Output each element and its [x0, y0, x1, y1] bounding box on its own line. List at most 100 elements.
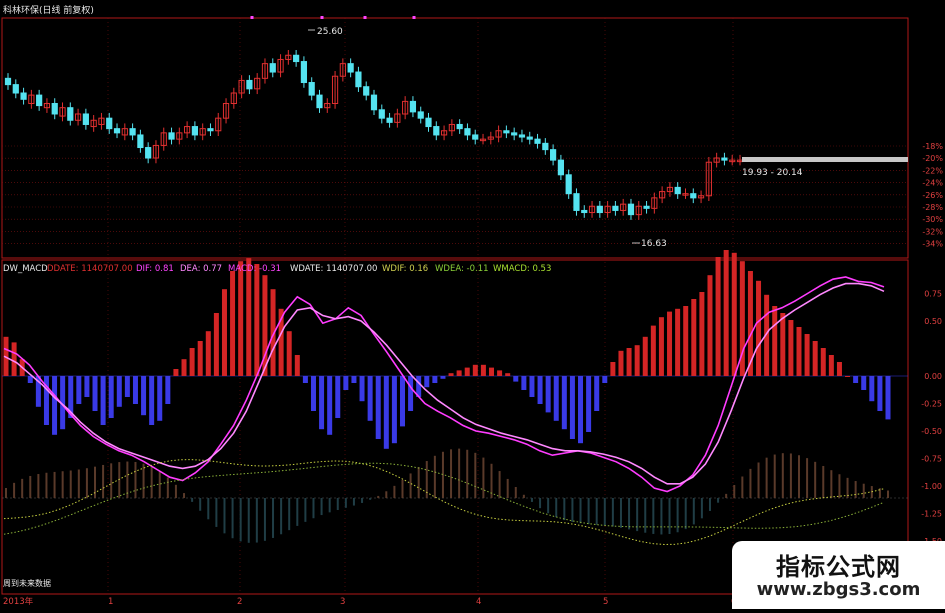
macd-bar-positive [634, 345, 640, 376]
macd-bar-positive [286, 331, 292, 376]
wmacd-bar [150, 466, 153, 498]
macd-bar-negative [375, 376, 381, 439]
wmacd-bar [5, 488, 7, 498]
wmacd-bar [312, 498, 315, 519]
macd-bar-positive [707, 275, 713, 376]
current-price-band [742, 157, 908, 162]
wmacd-bar [255, 498, 258, 543]
macd-bar-negative [853, 376, 859, 383]
macd-bar-negative [302, 376, 308, 383]
candle-down [145, 147, 152, 159]
macd-bar-positive [772, 306, 778, 376]
wmacd-bar [611, 498, 614, 527]
macd-bar-negative [408, 376, 414, 411]
wmacd-bar [547, 498, 550, 514]
wmacd-bar [77, 469, 80, 498]
candle-down [557, 159, 564, 176]
wmacd-bar [450, 449, 453, 498]
candle-down [246, 79, 253, 90]
wmacd-bar [781, 453, 784, 498]
price-panel-title: 科林环保(日线 前复权) [3, 4, 94, 16]
percent-tick-label: -18% [922, 142, 943, 151]
wmacd-bar [717, 498, 720, 503]
x-axis-label: 2013年 [3, 596, 34, 607]
candle-down [581, 209, 588, 214]
wmacd-bar [239, 498, 242, 542]
wmacd-bar [85, 468, 88, 498]
wmacd-bar [37, 474, 40, 498]
wmacd-bar [708, 498, 711, 511]
macd-bar-positive [230, 271, 236, 376]
wmacd-bar [539, 498, 542, 509]
macd-bar-positive [699, 292, 705, 376]
macd-bar-negative [335, 376, 341, 418]
wmacd-bar [628, 498, 631, 530]
watermark-url: www.zbgs3.com [756, 579, 921, 600]
wmacd-bar [652, 498, 655, 534]
wmacd-bar [166, 477, 169, 498]
macd-bar-negative [310, 376, 316, 411]
wmacd-bar [441, 451, 444, 498]
wmacd-bar [725, 493, 728, 498]
macd-bar-positive [667, 311, 673, 376]
wmacd-bar [361, 498, 364, 503]
candle-down [721, 157, 728, 161]
wmacd-bar [466, 449, 469, 498]
macd-bar-negative [513, 376, 519, 382]
candle-down [690, 193, 697, 199]
wmacd-bar [506, 478, 509, 498]
percent-tick-label: -28% [922, 203, 943, 212]
macd-bar-positive [820, 348, 826, 376]
wmacd-bar [668, 498, 671, 534]
macd-tick-label: -1.25 [921, 510, 942, 519]
macd-bar-positive [497, 370, 503, 376]
candle-down [378, 109, 385, 119]
macd-bar-positive [626, 348, 632, 376]
wmacd-bar [644, 498, 647, 533]
macd-bar-positive [489, 367, 495, 376]
macd-bar-positive [254, 264, 260, 376]
macd-bar-negative [52, 376, 58, 435]
wmacd-bar [134, 461, 137, 498]
watermark-title: 指标公式网 [776, 553, 901, 581]
macd-bar-negative [165, 376, 171, 404]
stock-chart: -18% -20% -22% -24% -26% -28% -30% -32% -34% 科林环保… [1, 4, 943, 607]
macd-bar-negative [132, 376, 138, 404]
macd-bar-positive [828, 355, 834, 376]
candle-down [386, 117, 393, 123]
candle-down [168, 132, 175, 140]
wmacd-bar [191, 498, 194, 502]
high-price-label: 25.60 [317, 27, 343, 37]
candle-down [316, 94, 323, 109]
macd-bar-negative [124, 376, 130, 397]
candle-down [355, 71, 362, 88]
wmacd-bar [199, 498, 202, 511]
macd-bar-negative [440, 376, 446, 379]
wmacd-bar [887, 490, 889, 498]
x-axis-label: 5 [603, 597, 608, 607]
macd-bar-positive [675, 308, 681, 376]
macd-bar-negative [383, 376, 389, 449]
wmacd-bar [563, 498, 566, 521]
macd-histogram-layer [3, 250, 891, 449]
macd-bar-positive [683, 306, 689, 376]
macd-bar-negative [76, 376, 82, 404]
x-axis-label: 1 [108, 597, 113, 607]
wmacd-bar [765, 457, 768, 498]
candle-down [82, 113, 89, 125]
wdate-value: WDATE: 1140707.00 [290, 264, 377, 274]
wdif-value: WDIF: 0.16 [382, 264, 428, 274]
macd-bar-positive [796, 327, 802, 376]
wmacd-bar [571, 498, 574, 523]
wmacd-bar [684, 498, 687, 530]
candle-down [456, 123, 463, 130]
macd-tick-label: -0.50 [921, 427, 942, 436]
macd-bar-negative [586, 376, 592, 432]
top-event-marker [250, 16, 254, 19]
macd-tick-label: -0.75 [921, 455, 942, 464]
candle-down [503, 130, 510, 134]
wmacd-bar [102, 464, 105, 498]
x-axis-label: 3 [340, 597, 345, 607]
candle-down [4, 77, 12, 86]
macd-bar-negative [602, 376, 608, 383]
